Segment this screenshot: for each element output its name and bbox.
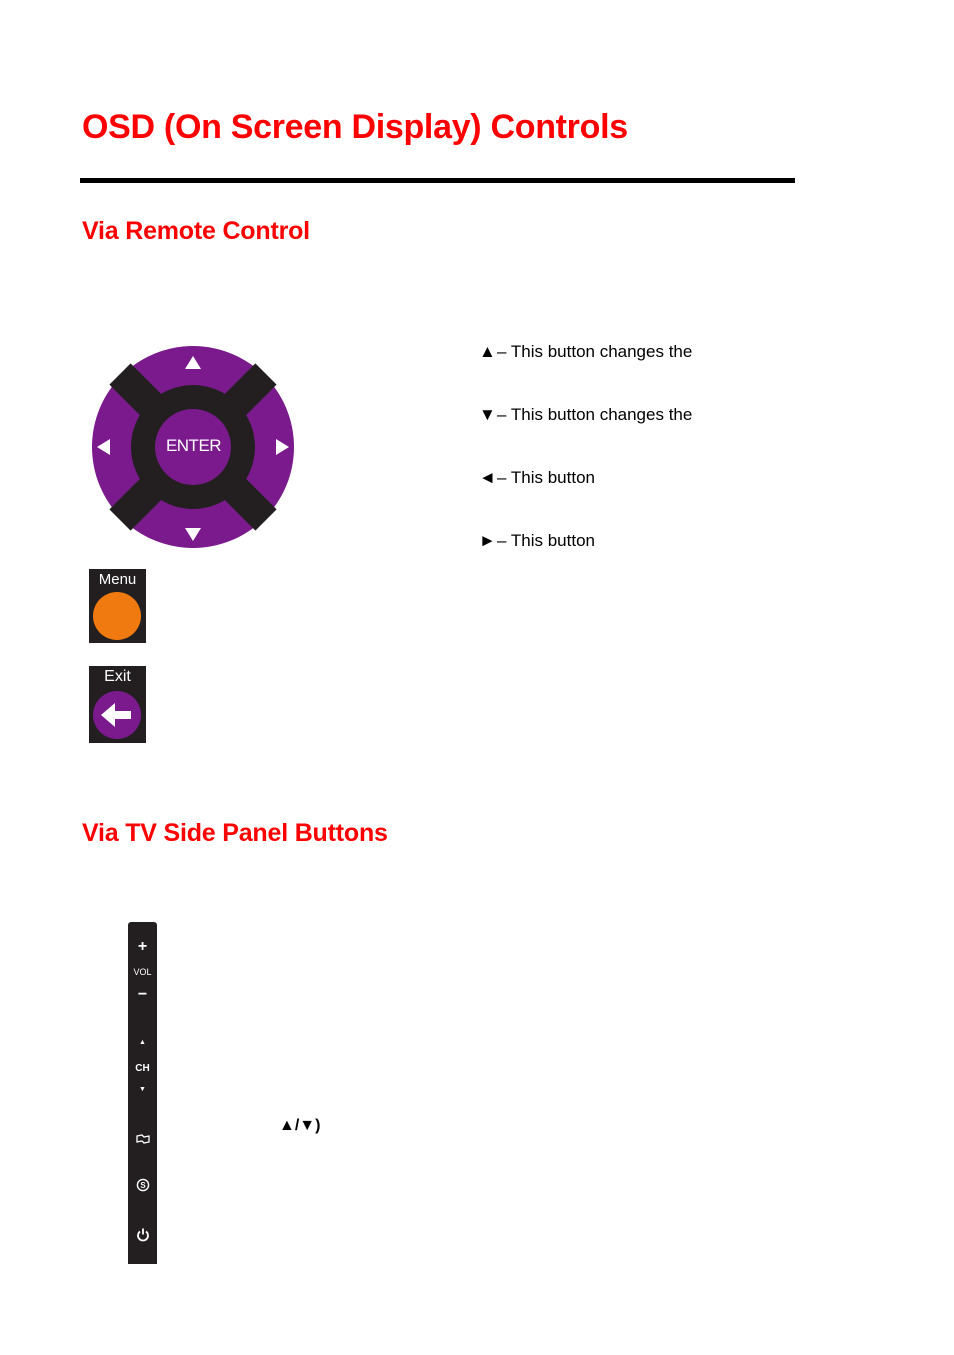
up-description: ▲– This button changes the xyxy=(479,342,693,361)
vol-minus-button[interactable]: − xyxy=(128,986,157,1004)
triangle-right-icon: ► xyxy=(479,531,496,550)
orange-circle-icon xyxy=(93,592,141,640)
enter-button[interactable]: ENTER xyxy=(92,436,295,456)
ch-label: CH xyxy=(135,1063,150,1074)
vol-label: VOL xyxy=(133,967,152,977)
page-title: OSD (On Screen Display) Controls xyxy=(82,108,628,146)
tv-side-panel: + VOL − ▲ CH ▼ S xyxy=(128,922,157,1264)
down-description: ▼– This button changes the xyxy=(479,405,693,424)
arrow-left-icon xyxy=(93,691,141,739)
triangle-down-icon: ▼ xyxy=(479,405,496,424)
input-source-icon[interactable] xyxy=(128,1132,157,1150)
arrow-note: ▲/▼) xyxy=(279,1117,321,1134)
title-divider xyxy=(80,178,795,183)
exit-button[interactable]: Exit xyxy=(89,666,146,743)
remote-dpad: ENTER xyxy=(92,344,295,549)
ch-up-button[interactable]: ▲ xyxy=(128,1039,157,1046)
left-description: ◄– This button xyxy=(479,468,595,487)
exit-button-label: Exit xyxy=(104,668,131,685)
right-description: ►– This button xyxy=(479,531,595,550)
vol-plus-button[interactable]: + xyxy=(128,938,157,956)
ch-down-button[interactable]: ▼ xyxy=(128,1086,157,1093)
menu-button[interactable]: Menu xyxy=(89,569,146,643)
svg-text:S: S xyxy=(140,1181,146,1190)
remote-section-heading: Via Remote Control xyxy=(82,217,310,245)
triangle-left-icon: ◄ xyxy=(479,468,496,487)
menu-button-label: Menu xyxy=(98,571,137,588)
power-icon[interactable] xyxy=(128,1227,157,1247)
s-button-icon[interactable]: S xyxy=(128,1178,157,1197)
triangle-up-icon: ▲ xyxy=(479,342,496,361)
side-panel-section-heading: Via TV Side Panel Buttons xyxy=(82,819,388,847)
